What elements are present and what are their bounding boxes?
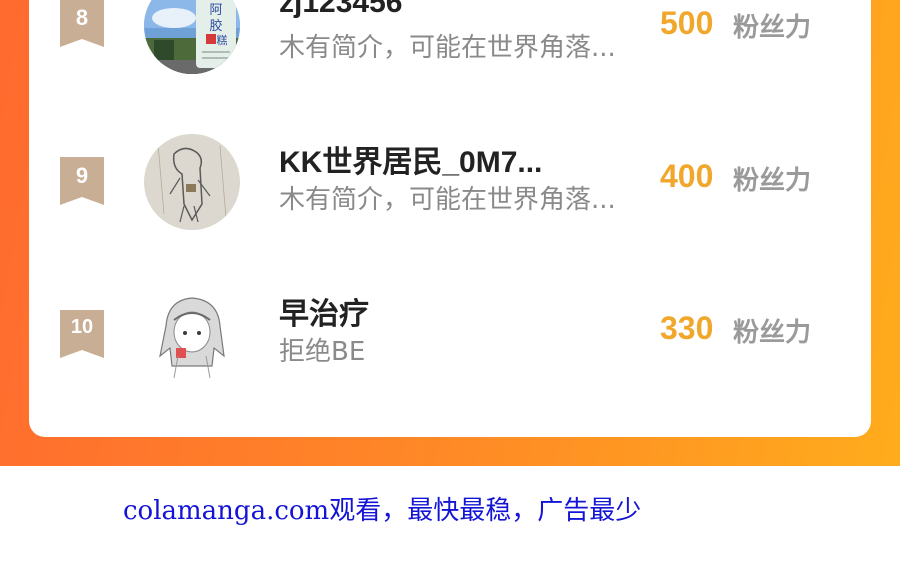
user-bio: 木有简介，可能在世界角落... [279,33,616,63]
fans-ranking-card: 8 阿 胶 糕 zj123456 木有简介，可能在世界角落... 500 粉丝力 [29,0,871,437]
user-bio: 木有简介，可能在世界角落... [279,185,616,215]
fans-count: 330 [660,310,714,346]
avatar-sign-char: 糕 [217,33,228,47]
fans-count: 500 [660,5,714,41]
user-bio: 拒绝BE [279,337,366,367]
rank-number: 8 [75,5,89,30]
fans-label: 粉丝力 [733,318,812,348]
ranking-row[interactable]: 10 早治疗 拒绝BE 330 粉丝力 [29,274,871,426]
fans-label: 粉丝力 [733,166,812,196]
user-name[interactable]: KK世界居民_0M7... [279,137,542,181]
user-name[interactable]: zj123456 [279,0,402,20]
footer-watermark-link[interactable]: colamanga.com观看，最快最稳，广告最少 [123,490,641,527]
avatar[interactable] [144,134,240,230]
user-name[interactable]: 早治疗 [279,289,369,333]
ranking-row[interactable]: 9 KK世界居民_0M7... 木有简介，可能在世界角落... 400 粉丝力 [29,122,871,274]
rank-badge: 9 [60,157,104,205]
rank-number: 10 [70,316,94,338]
avatar-sign-char: 阿 [209,3,222,18]
fans-count: 400 [660,158,714,194]
avatar[interactable]: 阿 胶 糕 [144,0,240,74]
avatar[interactable] [144,286,240,382]
rank-badge: 8 [60,0,104,47]
rank-badge: 10 [60,310,104,358]
rank-number: 9 [75,163,89,188]
fans-label: 粉丝力 [733,13,812,43]
ranking-row[interactable]: 8 阿 胶 糕 zj123456 木有简介，可能在世界角落... 500 粉丝力 [29,0,871,122]
avatar-sign-char: 胶 [209,18,222,34]
